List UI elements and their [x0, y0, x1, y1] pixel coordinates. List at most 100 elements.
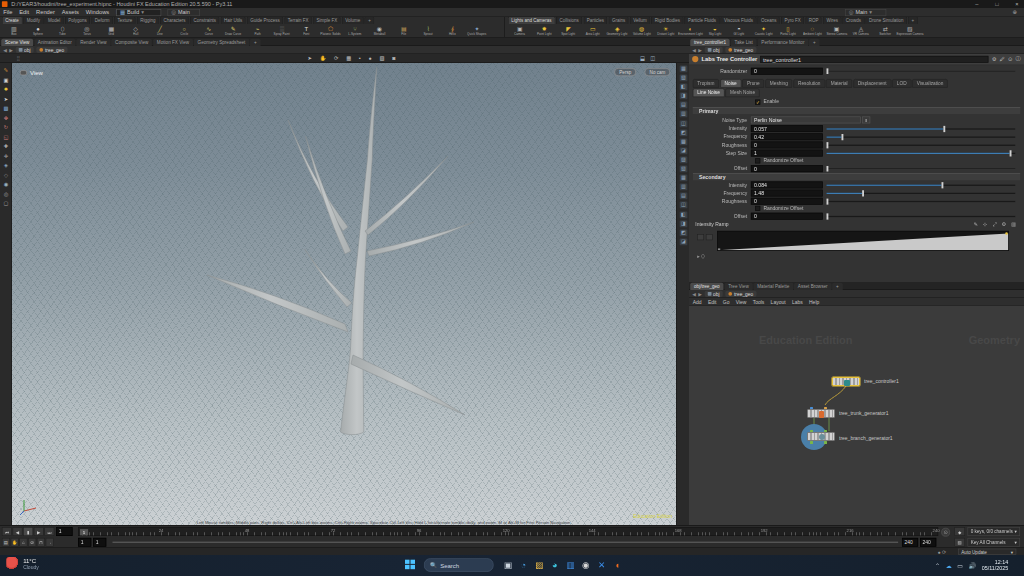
brush-icon[interactable]: 🖉 [1000, 56, 1005, 62]
pane-tab[interactable]: + [250, 38, 260, 46]
intensity-field[interactable]: 0.057 [751, 125, 823, 132]
node-name-field[interactable]: tree_controller1 [760, 56, 988, 63]
network-menu-item[interactable]: View [736, 299, 747, 305]
shelf-tab[interactable]: Oceans [757, 17, 779, 24]
taskbar-app-icon[interactable]: ◉ [580, 559, 592, 571]
pane-tab[interactable]: Motion FX View [153, 38, 193, 46]
shelf-tab[interactable]: + [908, 17, 918, 24]
pb-opt-icon-2[interactable]: ✋ [11, 538, 19, 547]
param-tab[interactable]: Visualization [912, 79, 948, 88]
network-menu-item[interactable]: Labs [792, 299, 803, 305]
playbar-zoom-icon[interactable]: ⊙ [941, 528, 950, 537]
help-icon[interactable]: ⊕ [1013, 9, 1018, 15]
timeline-ruler[interactable]: 1 24487296120144168192216240 [78, 527, 938, 536]
input-dot[interactable] [824, 430, 827, 433]
s-roughness-slider[interactable] [827, 198, 1016, 205]
network-menu-item[interactable]: Go [723, 299, 730, 305]
ramp-toolbar-icons[interactable]: ✎ ⊹ ⤢ ⚙ ▥ [974, 222, 1018, 228]
param-tab[interactable]: Tropism [693, 79, 719, 88]
output-dot[interactable] [810, 441, 813, 444]
param-tab[interactable]: Noise [720, 79, 741, 88]
param-subtab[interactable]: Line Noise [693, 88, 725, 97]
back-icon[interactable]: ◀ [692, 47, 696, 53]
shelf-tool[interactable]: ∿ Curve [197, 25, 221, 38]
pb-opt-icon-6[interactable]: → [46, 538, 54, 547]
viewport-display-icons[interactable]: ⬓ ◫ [640, 55, 657, 61]
shelf-tool[interactable]: ✦ Quick Shapes [465, 25, 489, 38]
ramp-preset-button[interactable] [697, 234, 704, 240]
network-icon[interactable]: ▭ [957, 562, 963, 569]
viewport-tool-icon[interactable]: ✛ [2, 152, 8, 158]
shelf-tool[interactable]: ◉ Metaball [368, 25, 392, 38]
stop-button[interactable]: ▮ [23, 527, 33, 536]
display-option-icon[interactable]: ▤ [679, 102, 687, 108]
start-button[interactable] [404, 559, 416, 571]
display-option-icon[interactable]: ◪ [679, 238, 687, 244]
tray-chevron-icon[interactable]: ⌃ [935, 562, 940, 569]
maximize-button[interactable]: □ [988, 0, 1007, 8]
secondary-group-header[interactable]: Secondary [693, 173, 1021, 180]
s-intensity-slider[interactable] [827, 182, 1016, 189]
onedrive-icon[interactable]: ☁ [946, 562, 952, 569]
forward-icon[interactable]: ▶ [698, 47, 702, 53]
viewport-tool-icon[interactable]: ◈ [2, 162, 8, 168]
display-option-icon[interactable]: ◪ [679, 147, 687, 153]
display-option-icon[interactable]: ◩ [679, 229, 687, 235]
s-randomize-offset-checkbox[interactable] [755, 206, 760, 211]
viewport-tool-icon[interactable]: ◉ [2, 181, 8, 187]
range-end2-field[interactable]: 240 [920, 538, 936, 547]
pane-tab[interactable]: Tree View [724, 282, 752, 290]
scene-viewport[interactable]: View Persp No cam Left Mouse tumbles, Mi… [12, 63, 676, 525]
path-context-chip[interactable]: obj [704, 291, 722, 297]
shelf-tool[interactable]: ∮ Helix [441, 25, 465, 38]
display-option-icon[interactable]: ◩ [679, 129, 687, 135]
shelf-tool[interactable]: ◎ Torus [75, 25, 99, 38]
step-size-field[interactable]: 1 [751, 150, 823, 157]
viewport-tool-icon[interactable]: ↻ [2, 124, 8, 130]
shelf-tool[interactable]: ☀ Distant Light [654, 25, 678, 38]
pane-tab[interactable]: obj/tree_geo [690, 282, 723, 290]
keys-info-dropdown[interactable]: 0 keys, 0/0 channels▾ [968, 527, 1021, 536]
shelf-tool[interactable]: ⌁ Path [246, 25, 270, 38]
shelf-tab[interactable]: Crowds [842, 17, 864, 24]
shelf-tab[interactable]: Model [45, 17, 64, 24]
menu-item[interactable]: Edit [19, 9, 29, 15]
main-selector-right[interactable]: ◎Main▾ [845, 9, 886, 16]
shelf-tool[interactable]: ✎ Draw Curve [221, 25, 245, 38]
viewport-tool-icon[interactable]: ▩ [2, 105, 8, 111]
network-menu-item[interactable]: Tools [753, 299, 765, 305]
shelf-tab[interactable]: Particles [583, 17, 607, 24]
jump-end-button[interactable]: ⏭ [44, 527, 54, 536]
shelf-tool[interactable]: ⬠ Platonic Solids [319, 25, 343, 38]
range-slider[interactable] [113, 542, 899, 543]
shelf-tool[interactable]: ◐ Environment Light [679, 25, 703, 38]
ramp-icon-button[interactable]: ▨ [954, 538, 965, 547]
shelf-tab[interactable]: Guide Process [247, 17, 283, 24]
pane-tab[interactable]: tree_controller1 [690, 38, 730, 46]
keyframe-icon-button[interactable]: ◆ [954, 527, 965, 536]
taskbar-app-icon[interactable]: ▣ [502, 559, 514, 571]
shelf-tab[interactable]: Create [2, 17, 22, 24]
shelf-tab[interactable]: Volume [342, 17, 364, 24]
shelf-tool[interactable]: ▯ Portal Light [776, 25, 800, 38]
shelf-tab[interactable]: Lights and Cameras [508, 17, 555, 24]
display-option-icon[interactable]: ▦ [679, 175, 687, 181]
node-tree-controller[interactable] [832, 377, 860, 386]
network-menu-item[interactable]: Layout [771, 299, 786, 305]
pane-tab[interactable]: + [809, 38, 819, 46]
shelf-tab[interactable]: Particle Fluids [684, 17, 719, 24]
viewport-tool-icon[interactable]: ✹ [2, 86, 8, 92]
menu-item[interactable]: File [3, 9, 12, 15]
viewport-tool-icon[interactable]: ▢ [2, 200, 8, 206]
frequency-field[interactable]: 0.42 [751, 134, 823, 141]
shelf-tool[interactable]: ▣ Camera [508, 25, 532, 38]
range-start-field[interactable]: 1 [78, 538, 91, 547]
input-dot[interactable] [810, 407, 813, 410]
viewport-tool-icon[interactable]: ✎ [2, 67, 8, 73]
primary-group-header[interactable]: Primary [693, 107, 1021, 114]
close-button[interactable]: × [1008, 0, 1024, 8]
display-option-icon[interactable]: ◨ [679, 93, 687, 99]
display-option-icon[interactable]: ◧ [679, 211, 687, 217]
pane-tab[interactable]: + [832, 282, 842, 290]
pane-tab[interactable]: Animation Editor [34, 38, 75, 46]
